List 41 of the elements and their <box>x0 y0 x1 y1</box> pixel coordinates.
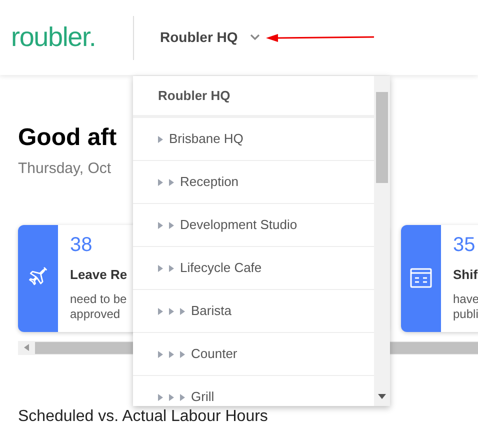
indent-marker-icon <box>158 222 163 228</box>
indent-marker-icon <box>158 308 163 314</box>
item-label: Brisbane HQ <box>169 130 244 148</box>
item-label: Development Studio <box>180 216 298 234</box>
card-description: approved <box>70 307 122 322</box>
indent-marker-icon <box>169 264 174 272</box>
indent-marker-icon <box>169 308 174 314</box>
indent-marker-icon <box>169 222 174 228</box>
indent-marker-icon <box>169 350 174 358</box>
section-title: Scheduled vs. Actual Labour Hours <box>18 406 268 426</box>
item-label: Grill <box>191 388 214 406</box>
indent-marker-icon <box>158 350 163 358</box>
item-label: Counter <box>191 345 238 364</box>
indent-marker-icon <box>158 136 163 142</box>
indent-marker-icon <box>180 308 185 314</box>
chevron-down-icon <box>250 34 260 41</box>
scrollbar-thumb[interactable] <box>376 92 388 183</box>
card-description: publi <box>453 307 478 322</box>
scroll-left-icon[interactable] <box>24 344 29 351</box>
schedule-card-icon <box>410 268 432 288</box>
card-count: 38 <box>70 232 94 256</box>
card-description: need to be <box>70 292 128 307</box>
indent-marker-icon <box>169 394 174 400</box>
indent-marker-icon <box>180 350 185 358</box>
date-text: Thursday, Oct <box>18 159 112 179</box>
card-title: Shif <box>453 266 478 284</box>
item-label: Lifecycle Cafe <box>180 259 262 278</box>
card-count: 35 <box>453 232 476 256</box>
card-title: Leave Re <box>70 266 128 284</box>
indent-marker-icon <box>158 178 163 186</box>
indent-marker-icon <box>180 394 185 400</box>
item-label: Reception <box>180 173 239 192</box>
dropdown-scrollbar[interactable] <box>374 76 390 406</box>
item-label: Barista <box>191 302 232 320</box>
scroll-down-icon[interactable] <box>378 394 386 399</box>
location-selector[interactable]: Roubler HQ <box>160 27 260 48</box>
indent-marker-icon <box>169 178 174 186</box>
greeting-title: Good aft <box>18 123 117 153</box>
logo: roubler. <box>11 21 97 54</box>
indent-marker-icon <box>158 264 163 272</box>
indent-marker-icon <box>158 394 163 400</box>
